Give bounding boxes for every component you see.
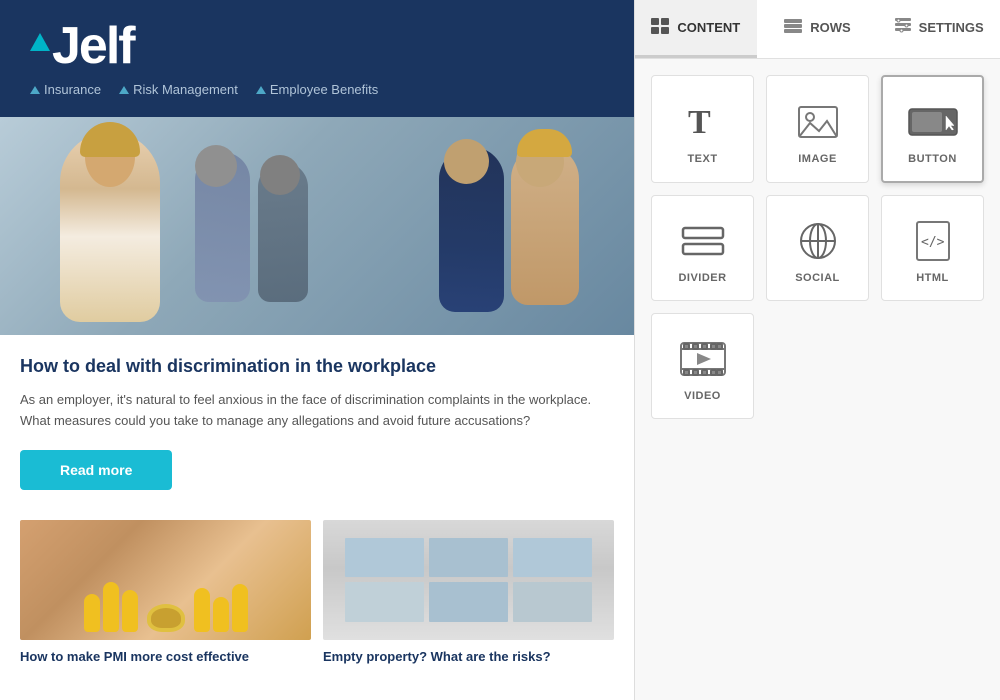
- email-preview-panel: Jelf Insurance Risk Management Employee …: [0, 0, 635, 700]
- content-item-button[interactable]: BUTTON: [881, 75, 984, 183]
- tab-rows-label: ROWS: [810, 20, 850, 35]
- figure-6: [232, 584, 248, 632]
- content-item-text[interactable]: T TEXT: [651, 75, 754, 183]
- html-icon: </>: [907, 220, 959, 262]
- button-item-label: BUTTON: [908, 153, 957, 165]
- right-panel: CONTENT ROWS: [635, 0, 1000, 700]
- read-more-button[interactable]: Read more: [20, 450, 172, 490]
- hero-image: [0, 117, 634, 335]
- main-article: How to deal with discrimination in the w…: [0, 335, 634, 520]
- main-article-body: As an employer, it's natural to feel anx…: [20, 390, 614, 432]
- nav-arrow-icon: [30, 86, 40, 94]
- text-icon: T: [677, 101, 729, 143]
- content-item-video[interactable]: VIDEO: [651, 313, 754, 419]
- figure-2: [103, 582, 119, 632]
- tab-rows[interactable]: ROWS: [757, 0, 879, 58]
- video-icon: [677, 338, 729, 380]
- tab-settings[interactable]: SETTINGS: [878, 0, 1000, 58]
- logo-text: Jelf: [52, 20, 134, 72]
- figure-3: [122, 590, 138, 632]
- tabs-header: CONTENT ROWS: [635, 0, 1000, 59]
- nav-employee-benefits: Employee Benefits: [256, 82, 378, 97]
- tab-content-label: CONTENT: [677, 20, 740, 35]
- sub-articles: How to make PMI more cost effective: [0, 520, 634, 686]
- logo-diamond-icon: [30, 33, 50, 51]
- html-item-label: HTML: [916, 272, 949, 284]
- coin-icon: [147, 604, 185, 632]
- sub-article-2-title: Empty property? What are the risks?: [323, 648, 614, 666]
- people-figures: [84, 520, 248, 640]
- button-icon: [907, 101, 959, 143]
- content-item-social[interactable]: SOCIAL: [766, 195, 869, 301]
- divider-icon: [677, 220, 729, 262]
- video-item-label: VIDEO: [684, 390, 721, 402]
- tab-settings-label: SETTINGS: [919, 20, 984, 35]
- email-header: Jelf Insurance Risk Management Employee …: [0, 0, 634, 117]
- svg-text:T: T: [688, 104, 711, 141]
- nav-risk-management: Risk Management: [119, 82, 238, 97]
- figure-1: [84, 594, 100, 632]
- sub-article-1-title: How to make PMI more cost effective: [20, 648, 311, 666]
- social-icon: [792, 220, 844, 262]
- image-icon: [792, 101, 844, 143]
- content-item-image[interactable]: IMAGE: [766, 75, 869, 183]
- sub-article-1-image: [20, 520, 311, 640]
- content-tab-icon: [651, 18, 669, 37]
- svg-text:</>: </>: [921, 235, 945, 250]
- sub-article-2: Empty property? What are the risks?: [323, 520, 614, 666]
- image-item-label: IMAGE: [798, 153, 837, 165]
- hero-image-inner: [0, 117, 634, 335]
- nav-arrow-icon: [119, 86, 129, 94]
- settings-tab-icon: [895, 18, 911, 37]
- figure-4: [194, 588, 210, 632]
- nav-arrow-icon: [256, 86, 266, 94]
- nav-insurance: Insurance: [30, 82, 101, 97]
- logo: Jelf: [30, 20, 134, 72]
- rows-tab-icon: [784, 19, 802, 36]
- tab-content[interactable]: CONTENT: [635, 0, 757, 58]
- figure-5: [213, 597, 229, 632]
- content-items-grid: T TEXT IMAGE: [635, 59, 1000, 700]
- social-item-label: SOCIAL: [795, 272, 840, 284]
- nav-links: Insurance Risk Management Employee Benef…: [30, 82, 378, 97]
- main-article-title: How to deal with discrimination in the w…: [20, 355, 614, 378]
- text-item-label: TEXT: [687, 153, 717, 165]
- sub-article-2-image: [323, 520, 614, 640]
- content-item-html[interactable]: </> HTML: [881, 195, 984, 301]
- content-item-divider[interactable]: DIVIDER: [651, 195, 754, 301]
- divider-item-label: DIVIDER: [678, 272, 726, 284]
- sub-article-1: How to make PMI more cost effective: [20, 520, 311, 666]
